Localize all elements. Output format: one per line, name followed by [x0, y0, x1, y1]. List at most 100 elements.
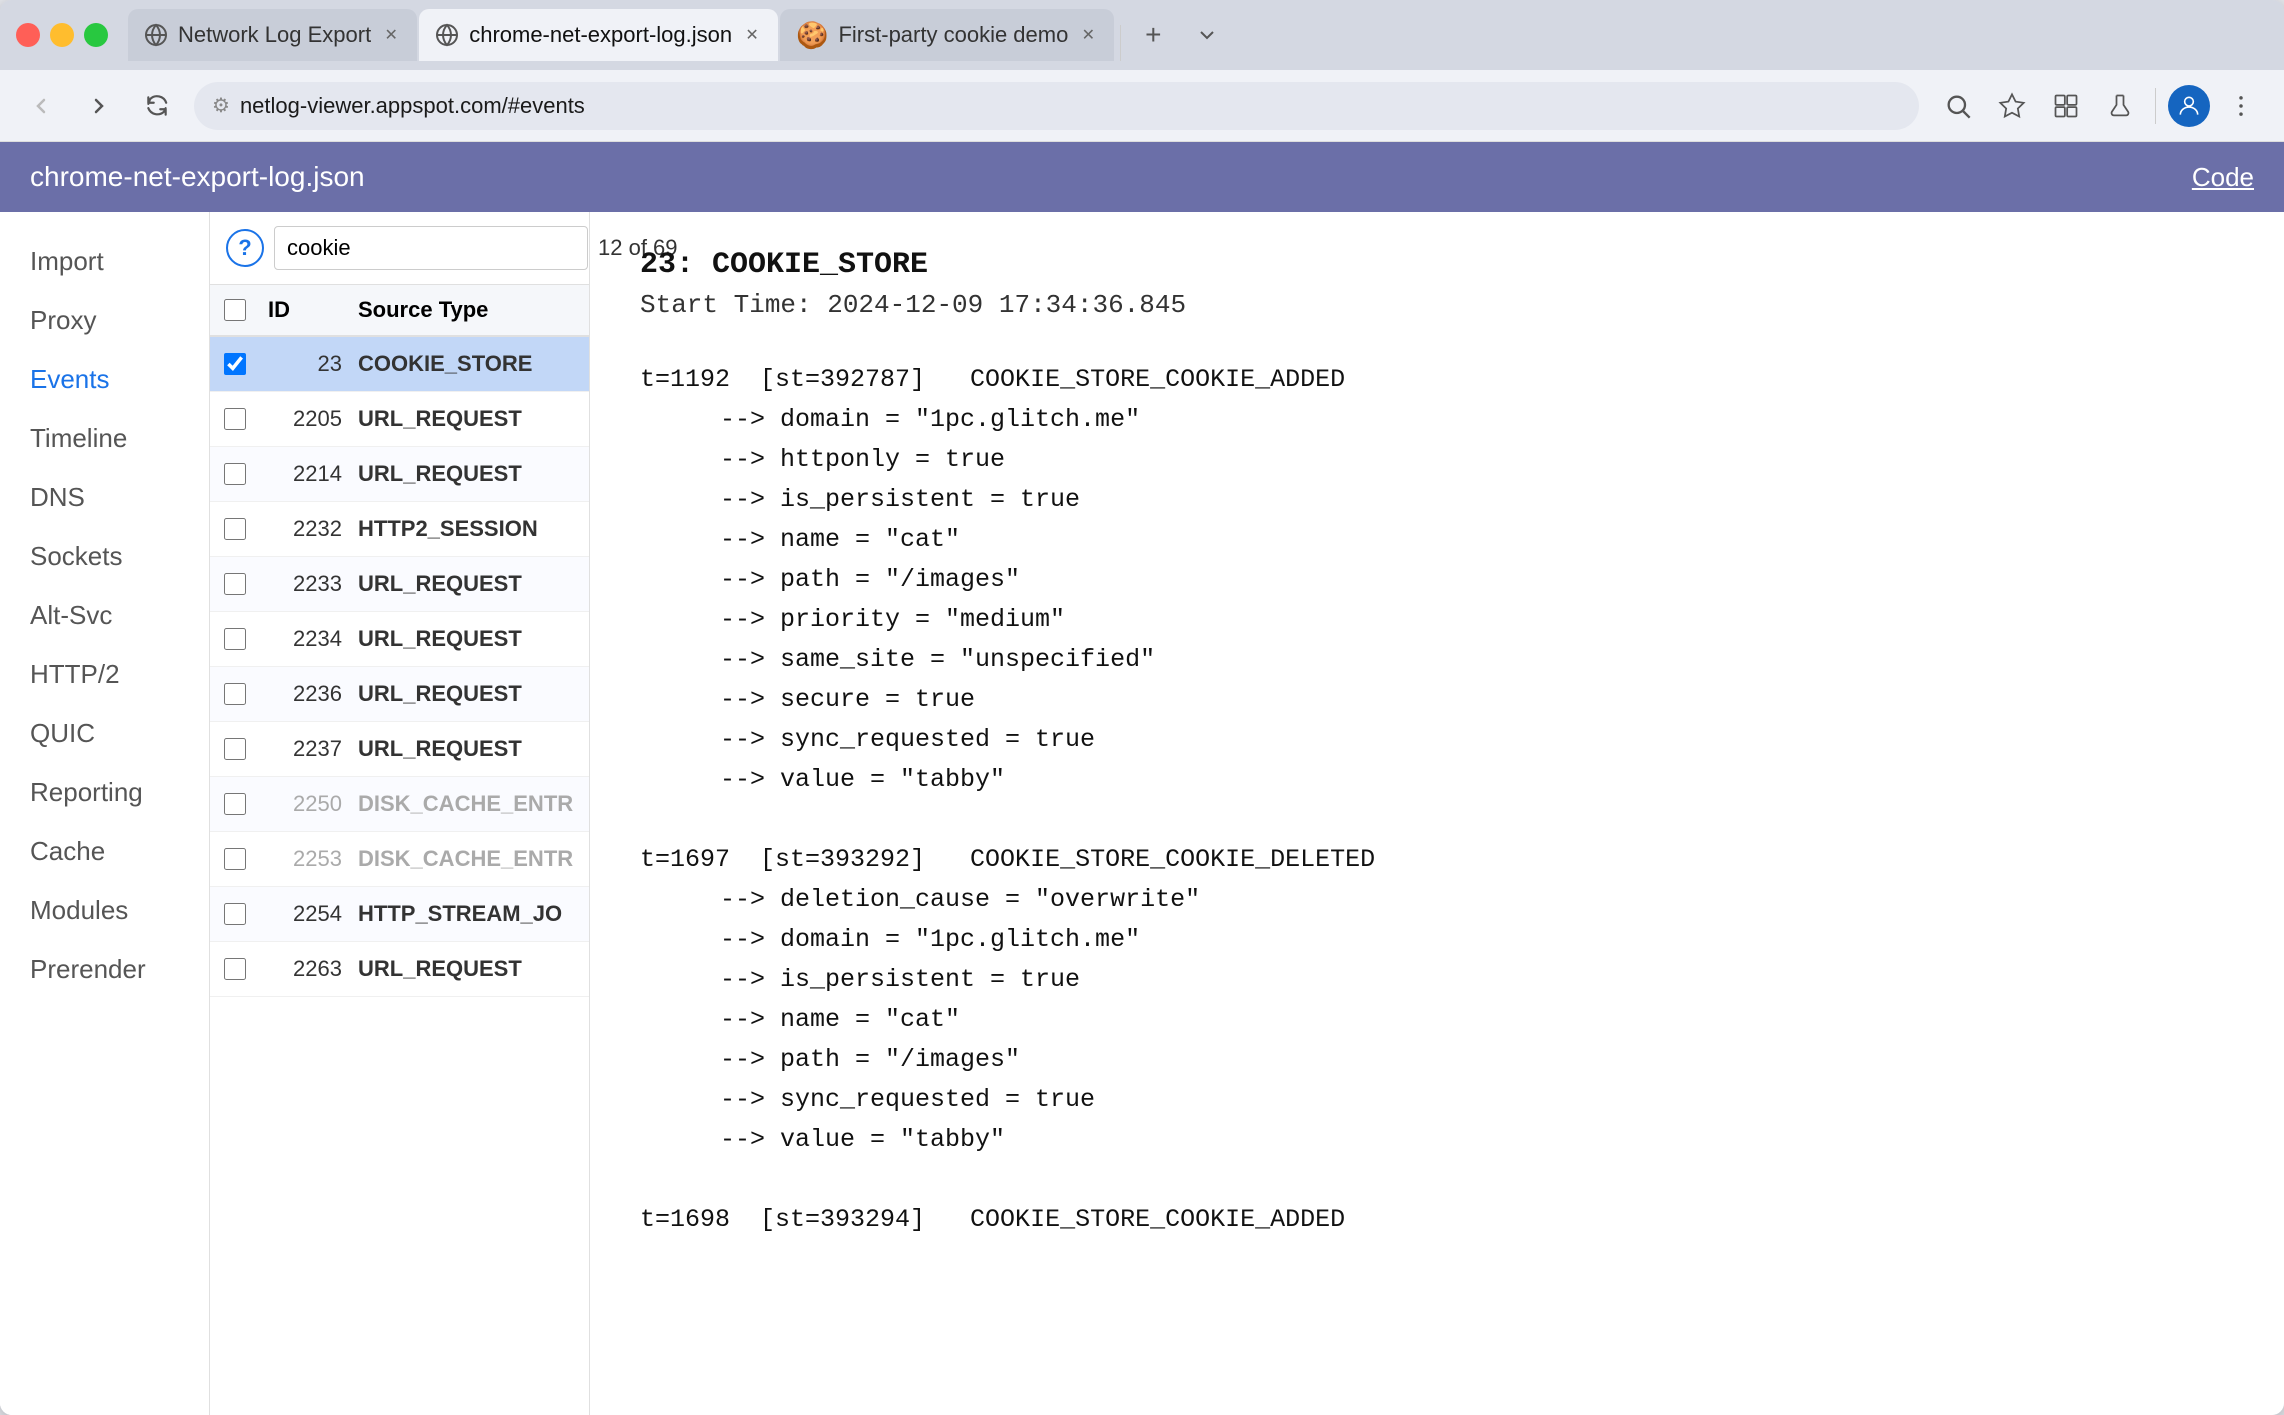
sidebar-item-http2[interactable]: HTTP/2 — [0, 645, 209, 704]
new-tab-button[interactable]: + — [1127, 9, 1179, 61]
sidebar-item-quic[interactable]: QUIC — [0, 704, 209, 763]
profile-button[interactable] — [2168, 85, 2210, 127]
help-button[interactable]: ? — [226, 229, 264, 267]
table-header: ID Source Type — [210, 285, 589, 337]
tab-close-button-3[interactable]: ✕ — [1078, 25, 1098, 45]
minimize-button[interactable] — [50, 23, 74, 47]
row-checkbox[interactable] — [224, 683, 246, 705]
row-checkbox[interactable] — [224, 408, 246, 430]
log-field: --> name = "cat" — [640, 520, 2234, 560]
reload-button[interactable] — [136, 85, 178, 127]
sidebar-item-prerender[interactable]: Prerender — [0, 940, 209, 999]
tab-network-log[interactable]: Network Log Export ✕ — [128, 9, 417, 61]
table-row[interactable]: 2232 HTTP2_SESSION — [210, 502, 589, 557]
table-row[interactable]: 2263 URL_REQUEST — [210, 942, 589, 997]
tab-close-button[interactable]: ✕ — [381, 25, 401, 45]
row-id: 2214 — [260, 447, 350, 501]
table-row[interactable]: 2214 URL_REQUEST — [210, 447, 589, 502]
sidebar-item-timeline[interactable]: Timeline — [0, 409, 209, 468]
table-row[interactable]: 2253 DISK_CACHE_ENTR — [210, 832, 589, 887]
row-checkbox[interactable] — [224, 463, 246, 485]
search-input[interactable] — [274, 226, 588, 270]
back-arrow-icon — [29, 94, 53, 118]
tab-close-button-2[interactable]: ✕ — [742, 25, 762, 45]
sidebar-item-import[interactable]: Import — [0, 232, 209, 291]
search-icon — [1944, 92, 1972, 120]
row-checkbox[interactable] — [224, 793, 246, 815]
row-id: 2233 — [260, 557, 350, 611]
sidebar-item-alt-svc[interactable]: Alt-Svc — [0, 586, 209, 645]
row-checkbox[interactable] — [224, 628, 246, 650]
row-checkbox[interactable] — [224, 738, 246, 760]
tab-title: Network Log Export — [178, 22, 371, 48]
address-bar[interactable]: ⚙ netlog-viewer.appspot.com/#events — [194, 82, 1919, 130]
help-label: ? — [238, 235, 251, 261]
nav-actions — [1935, 83, 2264, 129]
table-row[interactable]: 2250 DISK_CACHE_ENTR — [210, 777, 589, 832]
row-checkbox[interactable] — [224, 353, 246, 375]
tab-dropdown-button[interactable] — [1181, 9, 1233, 61]
labs-button[interactable] — [2097, 83, 2143, 129]
code-link[interactable]: Code — [2192, 162, 2254, 193]
browser-window: Network Log Export ✕ chrome-net-export-l… — [0, 0, 2284, 1415]
maximize-button[interactable] — [84, 23, 108, 47]
row-checkbox[interactable] — [224, 903, 246, 925]
table-row[interactable]: 23 COOKIE_STORE — [210, 337, 589, 392]
forward-button[interactable] — [78, 85, 120, 127]
row-source: COOKIE_STORE — [350, 337, 589, 391]
row-checkbox-container — [210, 889, 260, 939]
row-checkbox[interactable] — [224, 518, 246, 540]
log-field: --> httponly = true — [640, 440, 2234, 480]
row-id: 2254 — [260, 887, 350, 941]
row-source: URL_REQUEST — [350, 612, 589, 666]
row-checkbox[interactable] — [224, 848, 246, 870]
sidebar-item-dns[interactable]: DNS — [0, 468, 209, 527]
table-row[interactable]: 2234 URL_REQUEST — [210, 612, 589, 667]
row-source: HTTP_STREAM_JO — [350, 887, 589, 941]
sidebar-item-sockets[interactable]: Sockets — [0, 527, 209, 586]
dots-icon — [2227, 92, 2255, 120]
app-title: chrome-net-export-log.json — [30, 161, 365, 193]
row-checkbox[interactable] — [224, 958, 246, 980]
table-row[interactable]: 2236 URL_REQUEST — [210, 667, 589, 722]
cookie-icon: 🍪 — [796, 20, 828, 51]
sidebar-item-reporting[interactable]: Reporting — [0, 763, 209, 822]
menu-button[interactable] — [2218, 83, 2264, 129]
row-source: HTTP2_SESSION — [350, 502, 589, 556]
tab-json[interactable]: chrome-net-export-log.json ✕ — [419, 9, 778, 61]
table-row[interactable]: 2205 URL_REQUEST — [210, 392, 589, 447]
app-header: chrome-net-export-log.json Code — [0, 142, 2284, 212]
row-source: URL_REQUEST — [350, 667, 589, 721]
sidebar-item-events[interactable]: Events — [0, 350, 209, 409]
back-button[interactable] — [20, 85, 62, 127]
sidebar-item-proxy[interactable]: Proxy — [0, 291, 209, 350]
table-row[interactable]: 2237 URL_REQUEST — [210, 722, 589, 777]
bookmark-button[interactable] — [1989, 83, 2035, 129]
detail-title: 23: COOKIE_STORE — [640, 248, 2234, 282]
close-button[interactable] — [16, 23, 40, 47]
detail-subtitle: Start Time: 2024-12-09 17:34:36.845 — [640, 290, 2234, 320]
globe-icon — [144, 23, 168, 47]
log-field: --> is_persistent = true — [640, 960, 2234, 1000]
row-checkbox[interactable] — [224, 573, 246, 595]
sidebar-item-cache[interactable]: Cache — [0, 822, 209, 881]
sidebar-item-modules[interactable]: Modules — [0, 881, 209, 940]
row-checkbox-container — [210, 339, 260, 389]
tab-cookie[interactable]: 🍪 First-party cookie demo ✕ — [780, 9, 1114, 61]
row-checkbox-container — [210, 669, 260, 719]
select-all-checkbox[interactable] — [224, 299, 246, 321]
search-button[interactable] — [1935, 83, 1981, 129]
row-id: 2253 — [260, 832, 350, 886]
table-row[interactable]: 2233 URL_REQUEST — [210, 557, 589, 612]
reload-icon — [144, 93, 170, 119]
row-id: 2237 — [260, 722, 350, 776]
extensions-button[interactable] — [2043, 83, 2089, 129]
extension-icon — [2052, 92, 2080, 120]
nav-bar: ⚙ netlog-viewer.appspot.com/#events — [0, 70, 2284, 142]
log-entry-1: t=1192 [st=392787] COOKIE_STORE_COOKIE_A… — [640, 360, 2234, 800]
row-source: URL_REQUEST — [350, 447, 589, 501]
log-entry-3: t=1698 [st=393294] COOKIE_STORE_COOKIE_A… — [640, 1200, 2234, 1240]
row-checkbox-container — [210, 394, 260, 444]
log-field: --> priority = "medium" — [640, 600, 2234, 640]
table-row[interactable]: 2254 HTTP_STREAM_JO — [210, 887, 589, 942]
